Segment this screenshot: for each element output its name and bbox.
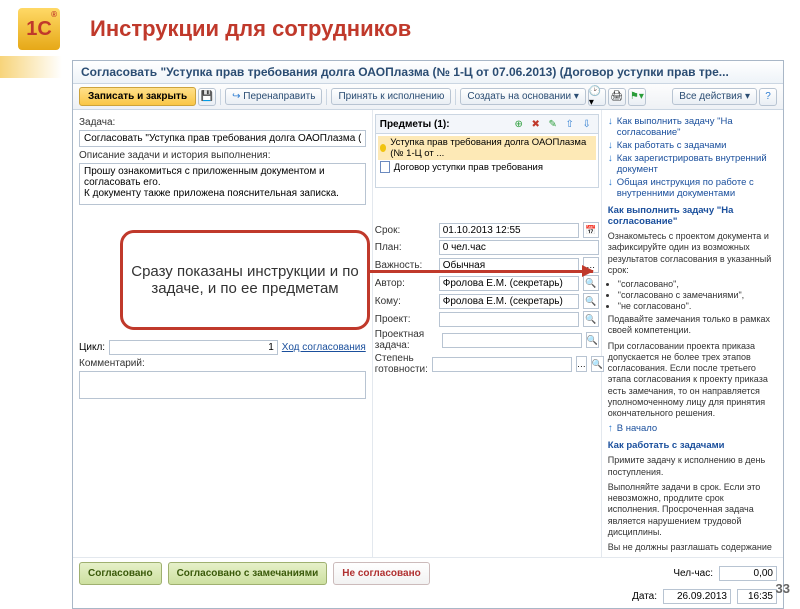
help-heading-2: Как работать с задачами: [608, 440, 777, 451]
srok-input[interactable]: [439, 223, 579, 238]
desc-label: Описание задачи и история выполнения:: [79, 150, 366, 161]
redirect-button[interactable]: ↪ Перенаправить: [225, 88, 322, 105]
approved-notes-button[interactable]: Согласовано с замечаниями: [168, 562, 328, 585]
help-text: Выполняйте задачи в срок. Если это невоз…: [608, 482, 777, 538]
cycle-link[interactable]: Ход согласования: [282, 342, 366, 353]
srok-label: Срок:: [375, 225, 435, 236]
project-input[interactable]: [439, 312, 579, 327]
help-link-4[interactable]: ↓Общая инструкция по работе с внутренним…: [608, 177, 777, 199]
add-icon[interactable]: ⊕: [512, 117, 526, 131]
arrow-icon: ↓: [608, 140, 613, 151]
subject-item-1[interactable]: Уступка прав требования долга ОАОПлазма …: [378, 136, 596, 160]
page-number: 33: [776, 581, 790, 596]
down-icon[interactable]: ⇩: [580, 117, 594, 131]
bullet-2: "согласовано с замечаниями",: [618, 290, 777, 300]
arrow-icon: ↓: [608, 153, 613, 175]
manhours-input[interactable]: [719, 566, 777, 581]
subjects-label: Предметы (1):: [380, 119, 450, 130]
help-link-2[interactable]: ↓Как работать с задачами: [608, 140, 777, 151]
to-begin-link[interactable]: ↑В начало: [608, 423, 777, 434]
bullet-1: "согласовано",: [618, 279, 777, 289]
slide-title: Инструкции для сотрудников: [90, 16, 411, 42]
task-input[interactable]: [79, 130, 366, 147]
callout-box: Сразу показаны инструкции и по задаче, и…: [120, 230, 370, 330]
help-text: Ознакомьтесь с проектом документа и зафи…: [608, 231, 777, 276]
search-icon[interactable]: 🔍: [583, 275, 599, 291]
arrow-up-icon: ↑: [608, 423, 613, 434]
subjects-list: Уступка прав требования долга ОАОПлазма …: [375, 134, 599, 188]
accept-button[interactable]: Принять к исполнению: [331, 88, 451, 105]
create-based-button[interactable]: Создать на основании ▾: [460, 88, 586, 105]
app-window: Согласовать "Уступка прав требования дол…: [72, 60, 784, 609]
arrow-icon: ↓: [608, 116, 613, 138]
komu-label: Кому:: [375, 296, 435, 307]
help-text: При согласовании проекта приказа допуска…: [608, 341, 777, 420]
search-icon[interactable]: 🔍: [583, 293, 599, 309]
manhours-label: Чел-час:: [673, 568, 713, 579]
cycle-input[interactable]: [109, 340, 278, 355]
bullet-3: "не согласовано".: [618, 301, 777, 311]
cycle-label: Цикл:: [79, 342, 105, 353]
help-link-3[interactable]: ↓Как зарегистрировать внутренний докумен…: [608, 153, 777, 175]
plan-input[interactable]: [439, 240, 599, 255]
all-actions-button[interactable]: Все действия ▾: [672, 88, 757, 105]
toolbar: Записать и закрыть 💾 ↪ Перенаправить При…: [73, 84, 783, 110]
approved-button[interactable]: Согласовано: [79, 562, 162, 585]
komu-input[interactable]: [439, 294, 579, 309]
not-approved-button[interactable]: Не согласовано: [333, 562, 429, 585]
flag-icon[interactable]: ⚑▾: [628, 88, 646, 106]
date-input[interactable]: [663, 589, 731, 604]
arrow-icon: ↓: [608, 177, 613, 199]
print-icon[interactable]: 🖨: [608, 88, 626, 106]
projz-label: Проектная задача:: [375, 329, 438, 351]
more-icon[interactable]: …: [576, 356, 587, 372]
subject-item-2[interactable]: Договор уступки прав требования: [378, 160, 596, 174]
desc-textarea[interactable]: Прошу ознакомиться с приложенным докумен…: [79, 163, 366, 205]
help-link-1[interactable]: ↓Как выполнить задачу "На согласование": [608, 116, 777, 138]
author-input[interactable]: [439, 276, 579, 291]
up-icon[interactable]: ⇧: [563, 117, 577, 131]
search-icon[interactable]: 🔍: [586, 332, 599, 348]
help-text: Подавайте замечания только в рамках свое…: [608, 314, 777, 337]
project-task-input[interactable]: [442, 333, 582, 348]
vazh-label: Важность:: [375, 260, 435, 271]
help-text: Примите задачу к исполнению в день посту…: [608, 455, 777, 478]
document-icon: [380, 161, 390, 173]
readiness-input[interactable]: [432, 357, 572, 372]
window-title: Согласовать "Уступка прав требования дол…: [73, 61, 783, 84]
status-dot-icon: [380, 144, 386, 152]
comment-textarea[interactable]: [79, 371, 366, 399]
help-icon[interactable]: ?: [759, 88, 777, 106]
task-label: Задача:: [79, 117, 366, 128]
remove-icon[interactable]: ✖: [529, 117, 543, 131]
date-label: Дата:: [632, 591, 657, 602]
save-close-button[interactable]: Записать и закрыть: [79, 87, 196, 106]
plan-label: План:: [375, 242, 435, 253]
proj-label: Проект:: [375, 314, 435, 325]
save-icon[interactable]: 💾: [198, 88, 216, 106]
calendar-icon[interactable]: 📅: [583, 222, 599, 238]
clock-icon[interactable]: 🕑▾: [588, 88, 606, 106]
time-input[interactable]: [737, 589, 777, 604]
callout-arrow-icon: [368, 270, 593, 273]
logo-1c: 1С: [18, 8, 60, 50]
help-text: Вы не должны разглашать содержание: [608, 542, 777, 553]
author-label: Автор:: [375, 278, 435, 289]
edit-icon[interactable]: ✎: [546, 117, 560, 131]
comment-label: Комментарий:: [79, 358, 366, 369]
search-icon[interactable]: 🔍: [583, 311, 599, 327]
help-heading-1: Как выполнить задачу "На согласование": [608, 205, 777, 227]
ready-label: Степень готовности:: [375, 353, 428, 375]
